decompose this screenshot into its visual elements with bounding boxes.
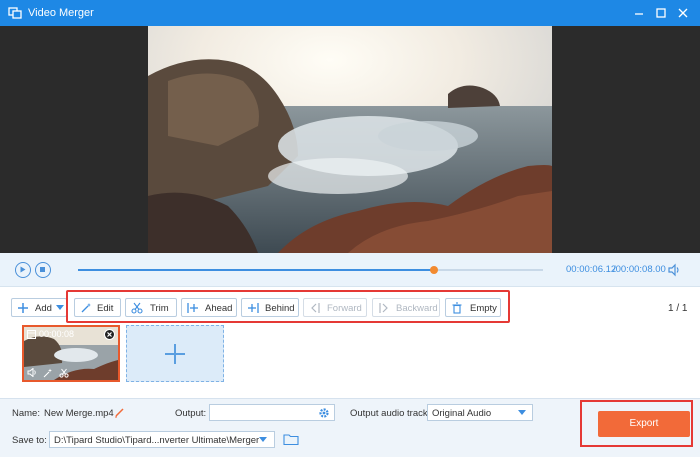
audio-track-value: Original Audio — [432, 408, 492, 419]
clip-duration: 00:00:08 — [39, 329, 75, 339]
current-time: 00:00:06.12 — [566, 264, 617, 275]
add-label: Add — [35, 303, 52, 314]
scissors-icon — [131, 302, 143, 314]
add-button[interactable]: Add — [11, 298, 67, 317]
page-indicator: 1 / 1 — [668, 303, 688, 314]
backward-icon — [379, 303, 388, 313]
close-icon — [107, 332, 112, 337]
audio-track-label: Output audio track: — [350, 408, 431, 419]
clip-thumbnail[interactable]: 00:00:08 — [22, 325, 120, 382]
film-icon — [27, 330, 36, 339]
maximize-icon — [656, 8, 666, 18]
behind-button[interactable]: Behind — [241, 298, 299, 317]
app-logo-icon — [8, 7, 22, 19]
progress-slider[interactable] — [78, 266, 543, 274]
title-bar: Video Merger — [0, 0, 700, 26]
save-path-select[interactable]: D:\Tipard Studio\Tipard...nverter Ultima… — [49, 431, 275, 448]
magic-wand-icon — [81, 303, 91, 313]
plus-icon — [18, 303, 28, 313]
video-preview-area — [0, 26, 700, 253]
forward-label: Forward — [327, 303, 362, 314]
ahead-icon — [187, 303, 198, 313]
trash-icon — [452, 302, 462, 314]
remove-clip-button[interactable] — [104, 329, 115, 340]
forward-icon — [311, 303, 320, 313]
minimize-button[interactable] — [630, 4, 648, 22]
save-to-label: Save to: — [12, 435, 47, 446]
gear-icon[interactable] — [318, 407, 330, 419]
pencil-icon[interactable] — [114, 406, 126, 418]
folder-icon[interactable] — [283, 432, 299, 446]
stop-button[interactable] — [35, 262, 51, 278]
close-icon — [678, 8, 688, 18]
progress-fill — [78, 269, 434, 271]
progress-handle[interactable] — [429, 266, 438, 274]
maximize-button[interactable] — [652, 4, 670, 22]
backward-button[interactable]: Backward — [372, 298, 440, 317]
ahead-button[interactable]: Ahead — [181, 298, 237, 317]
add-clip-slot[interactable] — [126, 325, 224, 382]
minimize-icon — [635, 13, 643, 15]
edit-clip-icon[interactable] — [43, 368, 53, 378]
edit-button[interactable]: Edit — [74, 298, 121, 317]
total-time: /00:00:08.00 — [613, 264, 666, 275]
play-icon — [20, 266, 26, 273]
trim-button[interactable]: Trim — [125, 298, 177, 317]
chevron-down-icon — [259, 437, 267, 442]
close-button[interactable] — [674, 4, 692, 22]
audio-icon[interactable] — [27, 368, 38, 377]
plus-icon — [165, 344, 185, 364]
empty-button[interactable]: Empty — [445, 298, 501, 317]
window-title: Video Merger — [28, 7, 94, 19]
dropdown-arrow-icon[interactable] — [56, 305, 64, 311]
behind-icon — [248, 303, 259, 313]
output-name-value: New Merge.mp4 — [44, 408, 114, 419]
volume-icon[interactable] — [667, 263, 681, 277]
trim-label: Trim — [150, 303, 169, 314]
empty-label: Empty — [470, 303, 497, 314]
edit-label: Edit — [97, 303, 114, 314]
output-label: Output: — [175, 408, 207, 419]
stop-icon — [40, 267, 45, 272]
trim-clip-icon[interactable] — [59, 368, 69, 378]
backward-label: Backward — [396, 303, 438, 314]
video-frame[interactable] — [148, 26, 552, 253]
behind-label: Behind — [265, 303, 295, 314]
output-settings-field[interactable] — [209, 404, 335, 421]
chevron-down-icon — [518, 410, 526, 415]
save-path-value: D:\Tipard Studio\Tipard...nverter Ultima… — [54, 435, 260, 446]
player-control-bar: 00:00:06.12 /00:00:08.00 — [0, 253, 700, 287]
name-label: Name: — [12, 408, 40, 419]
export-button[interactable]: Export — [598, 411, 690, 437]
audio-track-select[interactable]: Original Audio — [427, 404, 533, 421]
forward-button[interactable]: Forward — [303, 298, 367, 317]
ahead-label: Ahead — [205, 303, 233, 314]
video-preview-image — [148, 26, 552, 253]
play-button[interactable] — [15, 262, 31, 278]
